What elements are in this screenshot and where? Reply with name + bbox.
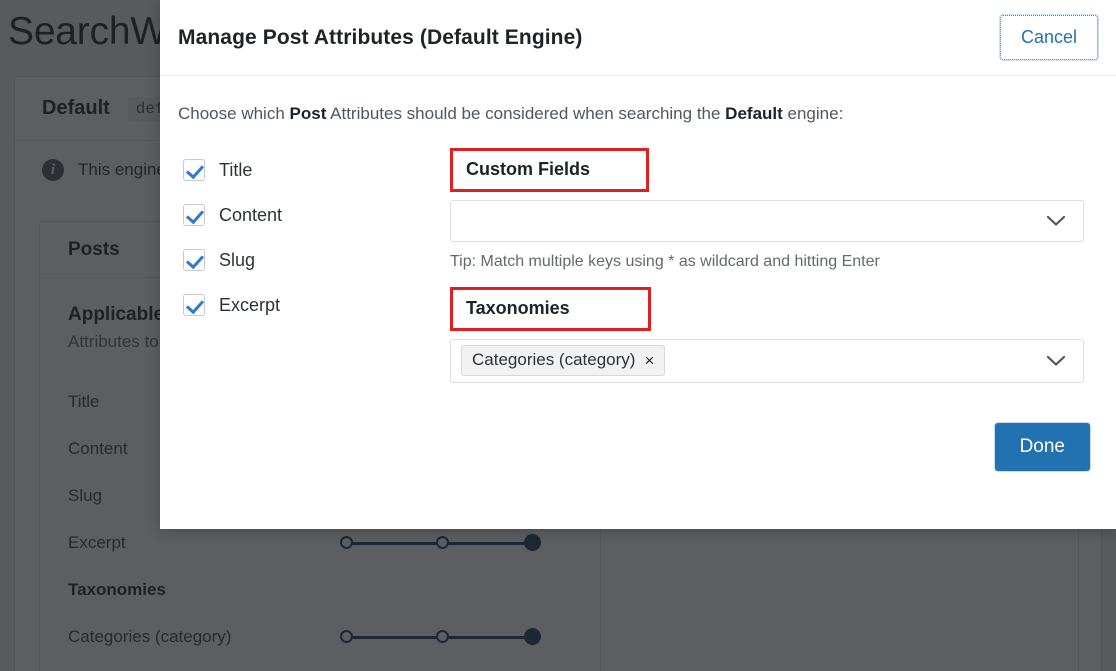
checkbox-row-content[interactable]: Content bbox=[183, 193, 450, 238]
chevron-down-icon[interactable] bbox=[1047, 356, 1065, 366]
modal-body: Choose which Post Attributes should be c… bbox=[160, 76, 1116, 423]
intro-part2: Attributes should be considered when sea… bbox=[326, 104, 725, 123]
custom-fields-select[interactable] bbox=[450, 200, 1084, 242]
intro-bold-post: Post bbox=[290, 104, 327, 123]
checkbox-slug[interactable] bbox=[183, 249, 205, 271]
taxonomies-label: Taxonomies bbox=[466, 298, 570, 318]
checkbox-row-slug[interactable]: Slug bbox=[183, 238, 450, 283]
checkbox-label: Slug bbox=[219, 250, 255, 271]
intro-bold-engine: Default bbox=[725, 104, 783, 123]
attribute-checkbox-list: Title Content Slug Excerpt bbox=[178, 148, 450, 383]
custom-fields-tip: Tip: Match multiple keys using * as wild… bbox=[450, 253, 1084, 271]
checkbox-label: Content bbox=[219, 205, 282, 226]
checkbox-excerpt[interactable] bbox=[183, 294, 205, 316]
checkbox-row-excerpt[interactable]: Excerpt bbox=[183, 283, 450, 328]
screen-root: SearchWP Default default i This engine P… bbox=[0, 0, 1116, 671]
checkbox-title[interactable] bbox=[183, 159, 205, 181]
checkbox-content[interactable] bbox=[183, 204, 205, 226]
intro-part3: engine: bbox=[783, 104, 844, 123]
modal-intro: Choose which Post Attributes should be c… bbox=[178, 102, 1084, 126]
intro-part1: Choose which bbox=[178, 104, 290, 123]
modal-columns: Title Content Slug Excerpt bbox=[178, 148, 1084, 383]
custom-fields-label: Custom Fields bbox=[466, 159, 590, 179]
taxonomies-highlight: Taxonomies bbox=[450, 287, 651, 331]
done-button[interactable]: Done bbox=[995, 423, 1090, 471]
chip-label: Categories (category) bbox=[472, 350, 635, 370]
modal-title: Manage Post Attributes (Default Engine) bbox=[178, 26, 582, 50]
modal-header: Manage Post Attributes (Default Engine) … bbox=[160, 0, 1116, 76]
cancel-button[interactable]: Cancel bbox=[1000, 15, 1098, 60]
chevron-down-icon[interactable] bbox=[1047, 216, 1065, 226]
taxonomies-select[interactable]: Categories (category) × bbox=[450, 339, 1084, 383]
checkbox-row-title[interactable]: Title bbox=[183, 148, 450, 193]
manage-post-attributes-modal: Manage Post Attributes (Default Engine) … bbox=[160, 0, 1116, 529]
checkbox-label: Excerpt bbox=[219, 295, 280, 316]
chip-remove-icon[interactable]: × bbox=[644, 352, 654, 369]
field-column: Custom Fields Tip: Match multiple keys u… bbox=[450, 148, 1084, 383]
checkbox-label: Title bbox=[219, 160, 252, 181]
custom-fields-highlight: Custom Fields bbox=[450, 148, 649, 192]
taxonomy-chip-categories[interactable]: Categories (category) × bbox=[461, 345, 665, 376]
modal-footer: Done bbox=[160, 423, 1116, 529]
